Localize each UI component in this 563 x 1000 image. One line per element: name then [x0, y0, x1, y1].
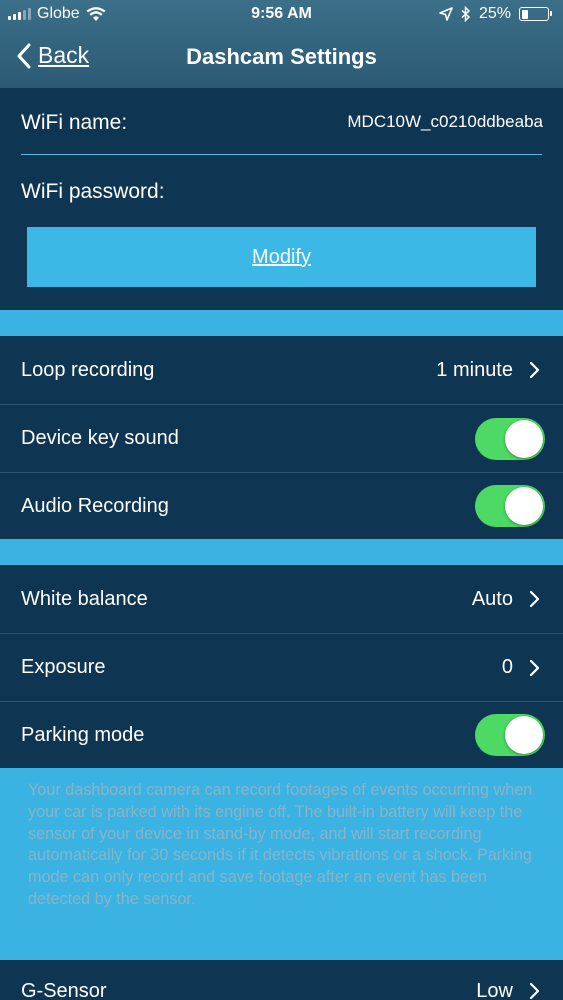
device-key-sound-label: Device key sound	[21, 427, 179, 449]
status-right: 25%	[439, 5, 552, 23]
exposure-label: Exposure	[21, 656, 106, 678]
device-key-sound-toggle[interactable]	[475, 417, 545, 460]
battery-percent: 25%	[478, 5, 511, 22]
chevron-right-icon	[529, 361, 540, 379]
device-key-sound-row: Device key sound	[0, 404, 563, 472]
wifi-name-label: WiFi name:	[21, 111, 128, 134]
loop-recording-row[interactable]: Loop recording 1 minute	[0, 336, 563, 404]
audio-recording-label: Audio Recording	[21, 494, 169, 517]
section-spacer	[0, 310, 563, 336]
parking-mode-toggle[interactable]	[475, 714, 545, 756]
toggle-knob	[505, 716, 543, 754]
white-balance-row[interactable]: White balance Auto	[0, 565, 563, 633]
audio-recording-row: Audio Recording	[0, 472, 563, 539]
location-arrow-icon	[439, 7, 453, 21]
exposure-value: 0	[501, 656, 513, 678]
wifi-name-value: MDC10W_c0210ddbeaba	[347, 112, 543, 131]
white-balance-value: Auto	[471, 587, 513, 610]
chevron-right-icon	[529, 590, 540, 608]
battery-icon	[519, 7, 552, 21]
audio-recording-toggle[interactable]	[475, 485, 545, 527]
parking-mode-description: Your dashboard camera can record footage…	[0, 768, 563, 960]
loop-recording-value: 1 minute	[436, 358, 513, 381]
modify-password-button[interactable]: Modify	[27, 227, 536, 287]
wifi-password-label: WiFi password:	[21, 180, 165, 203]
g-sensor-label: G-Sensor	[21, 980, 107, 1000]
chevron-right-icon	[529, 659, 540, 676]
status-bar: Globe 9:56 AM 25%	[0, 0, 563, 30]
wifi-divider	[21, 154, 542, 155]
toggle-knob	[505, 419, 543, 458]
exposure-row[interactable]: Exposure 0	[0, 633, 563, 701]
chevron-right-icon	[529, 982, 540, 1000]
page-title: Dashcam Settings	[186, 44, 377, 69]
white-balance-label: White balance	[21, 587, 148, 610]
loop-recording-label: Loop recording	[21, 358, 155, 381]
header: Globe 9:56 AM 25% Back Dashcam Settings	[0, 0, 563, 88]
parking-mode-row: Parking mode	[0, 701, 563, 768]
toggle-knob	[505, 487, 543, 525]
wifi-section: WiFi name: MDC10W_c0210ddbeaba WiFi pass…	[0, 88, 563, 310]
section-spacer	[0, 539, 563, 565]
g-sensor-row[interactable]: G-Sensor Low	[0, 960, 563, 1000]
parking-mode-label: Parking mode	[21, 723, 145, 746]
bluetooth-icon	[461, 6, 471, 22]
g-sensor-value: Low	[476, 980, 513, 1000]
